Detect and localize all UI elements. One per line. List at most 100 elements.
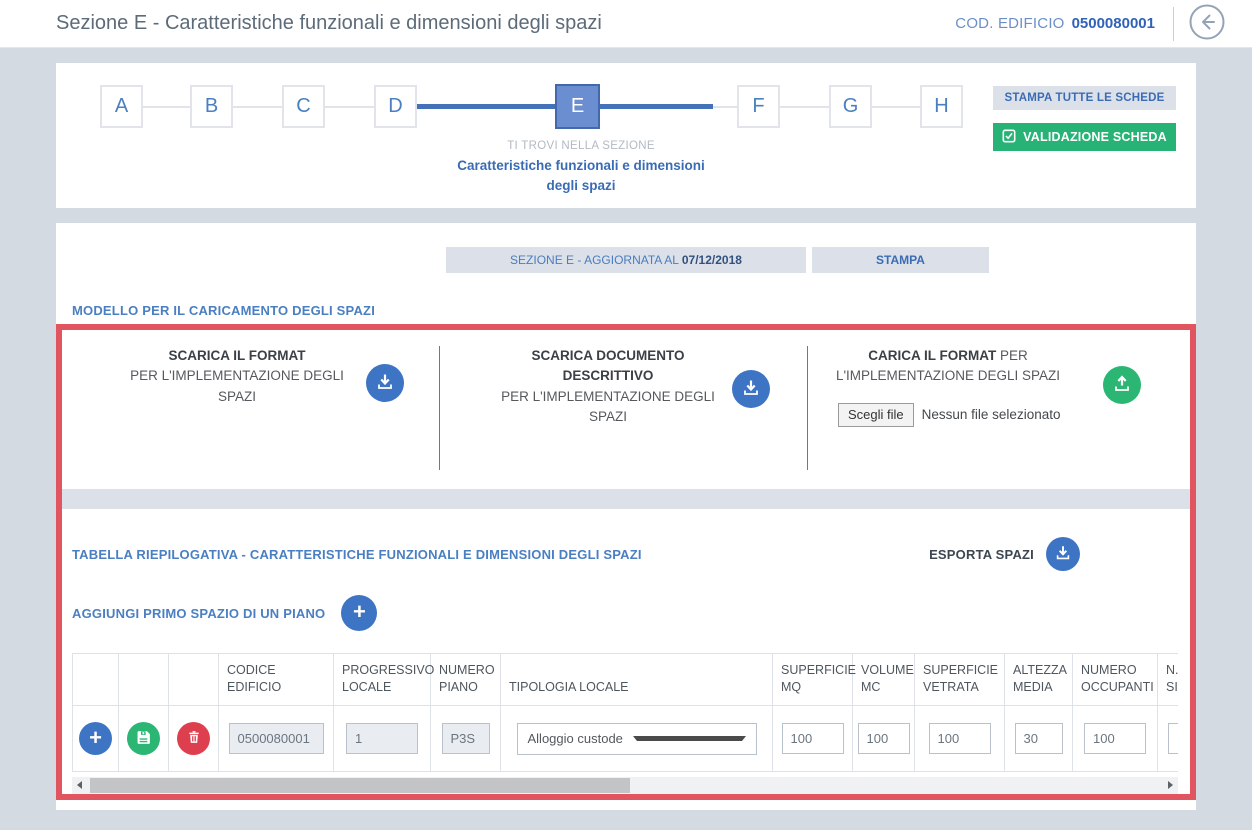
download-icon [741, 378, 761, 401]
table-row: + [73, 706, 1179, 772]
plus-icon: + [89, 727, 102, 751]
upload-format-text: CARICA IL FORMAT PER L'IMPLEMENTAZIONE D… [828, 346, 1068, 387]
divider [1173, 7, 1174, 41]
download-icon [375, 372, 395, 395]
save-floppy-icon [135, 729, 152, 749]
horizontal-scrollbar[interactable] [72, 777, 1178, 794]
step-g[interactable]: G [829, 85, 872, 128]
trash-icon [186, 729, 202, 748]
current-section-name: Caratteristiche funzionali e dimensioni … [450, 156, 712, 195]
codice-edificio-input[interactable] [229, 723, 324, 754]
progressivo-locale-input[interactable] [346, 723, 418, 754]
panel-subtitle: PER L'IMPLEMENTAZIONE DEGLI SPAZI [501, 389, 715, 424]
plus-icon: + [353, 601, 366, 625]
step-f[interactable]: F [737, 85, 780, 128]
section-updated-label: SEZIONE E - AGGIORNATA AL [510, 253, 682, 267]
table-header-row: CODICE EDIFICIO PROGRESSIVO LOCALE NUMER… [73, 654, 1179, 706]
section-bar: SEZIONE E - AGGIORNATA AL 07/12/2018 STA… [56, 223, 1196, 273]
col-superficie-vetrata: SUPERFICIE VETRATA [915, 654, 1005, 706]
step-connector [325, 106, 374, 108]
model-heading: MODELLO PER IL CARICAMENTO DEGLI SPAZI [72, 303, 1180, 318]
export-spaces-label: ESPORTA SPAZI [929, 547, 1034, 562]
chevron-down-icon [633, 736, 746, 741]
volume-mc-input[interactable] [858, 723, 910, 754]
choose-file-button[interactable]: Scegli file [838, 403, 914, 427]
altezza-media-input[interactable] [1015, 723, 1063, 754]
export-spaces: ESPORTA SPAZI [929, 537, 1180, 571]
step-h[interactable]: H [920, 85, 963, 128]
upload-icon [1112, 374, 1132, 397]
col-numero-occupanti: NUMERO OCCUPANTI [1073, 654, 1158, 706]
col-tipologia-locale: TIPOLOGIA LOCALE [501, 654, 773, 706]
back-button[interactable] [1188, 5, 1226, 43]
upload-format-button[interactable] [1103, 366, 1141, 404]
numero-piano-input[interactable] [442, 723, 490, 754]
print-button[interactable]: STAMPA [812, 247, 989, 273]
print-all-sheets-button[interactable]: STAMPA TUTTE LE SCHEDE [993, 86, 1176, 110]
scroll-right-arrow-icon[interactable] [1168, 781, 1173, 789]
model-panels: SCARICA IL FORMAT PER L'IMPLEMENTAZIONE … [62, 330, 1190, 470]
step-e-active[interactable]: E [555, 84, 600, 129]
file-status-text: Nessun file selezionato [922, 407, 1061, 422]
col-actions-3 [169, 654, 219, 706]
spaces-table-viewport: CODICE EDIFICIO PROGRESSIVO LOCALE NUMER… [72, 653, 1178, 772]
col-volume-mc: VOLUME MC [853, 654, 915, 706]
save-row-button[interactable] [127, 722, 160, 755]
step-a[interactable]: A [100, 85, 143, 128]
superficie-mq-input[interactable] [782, 723, 844, 754]
stepper-card: A B C D E F G H TI TROVI NELLA SEZIONE C… [56, 63, 1196, 208]
file-input-row: Scegli file Nessun file selezionato [838, 403, 1190, 427]
step-connector [233, 106, 282, 108]
add-first-space-button[interactable]: + [341, 595, 377, 631]
current-section-caption: TI TROVI NELLA SEZIONE Caratteristiche f… [450, 140, 712, 195]
panel-title: CARICA IL FORMAT [868, 348, 996, 363]
step-connector [780, 106, 829, 108]
validate-button-label: VALIDAZIONE SCHEDA [1023, 130, 1167, 144]
building-code-label: COD. EDIFICIO [955, 15, 1064, 32]
superficie-vetrata-input[interactable] [929, 723, 991, 754]
add-space-row-button[interactable]: + [79, 722, 112, 755]
section-updated-date: 07/12/2018 [682, 253, 742, 267]
panel-title: SCARICA IL FORMAT [117, 346, 357, 366]
scroll-left-arrow-icon[interactable] [77, 781, 82, 789]
step-connector-active [417, 104, 555, 109]
back-arrow-icon [1188, 3, 1226, 44]
col-codice-edificio: CODICE EDIFICIO [219, 654, 334, 706]
col-altezza-media: ALTEZZA MEDIA [1005, 654, 1073, 706]
download-format-panel: SCARICA IL FORMAT PER L'IMPLEMENTAZIONE … [62, 346, 440, 470]
tipologia-locale-select[interactable]: Alloggio custode [517, 723, 757, 755]
truncated-input[interactable] [1168, 723, 1178, 754]
tipologia-locale-value: Alloggio custode [528, 731, 633, 746]
upload-format-panel: CARICA IL FORMAT PER L'IMPLEMENTAZIONE D… [808, 346, 1190, 470]
section-e-card: SEZIONE E - AGGIORNATA AL 07/12/2018 STA… [56, 223, 1196, 810]
add-first-space-label: AGGIUNGI PRIMO SPAZIO DI UN PIANO [72, 606, 325, 621]
topbar: Sezione E - Caratteristiche funzionali e… [0, 0, 1252, 48]
step-d[interactable]: D [374, 85, 417, 128]
section-updated-button[interactable]: SEZIONE E - AGGIORNATA AL 07/12/2018 [446, 247, 806, 273]
download-icon [1054, 544, 1072, 565]
panel-title: SCARICA DOCUMENTO DESCRITTIVO [488, 346, 728, 387]
col-truncated: N. SI [1158, 654, 1179, 706]
col-superficie-mq: SUPERFICIE MQ [773, 654, 853, 706]
download-descriptive-doc-text: SCARICA DOCUMENTO DESCRITTIVO PER L'IMPL… [488, 346, 728, 427]
col-actions-1 [73, 654, 119, 706]
delete-row-button[interactable] [177, 722, 210, 755]
scrollbar-thumb[interactable] [90, 778, 630, 793]
col-actions-2 [119, 654, 169, 706]
validate-sheet-button[interactable]: VALIDAZIONE SCHEDA [993, 123, 1176, 151]
stepper-actions: STAMPA TUTTE LE SCHEDE VALIDAZIONE SCHED… [993, 86, 1176, 151]
download-descriptive-doc-button[interactable] [732, 370, 770, 408]
summary-heading: TABELLA RIEPILOGATIVA - CARATTERISTICHE … [72, 547, 929, 562]
download-format-button[interactable] [366, 364, 404, 402]
you-are-here-label: TI TROVI NELLA SEZIONE [450, 140, 712, 152]
numero-occupanti-input[interactable] [1084, 723, 1146, 754]
page-title: Sezione E - Caratteristiche funzionali e… [56, 12, 955, 35]
step-c[interactable]: C [282, 85, 325, 128]
step-connector-active [600, 104, 713, 109]
step-b[interactable]: B [190, 85, 233, 128]
step-connector [872, 106, 920, 108]
export-spaces-button[interactable] [1046, 537, 1080, 571]
step-connector [143, 106, 190, 108]
summary-table-section: TABELLA RIEPILOGATIVA - CARATTERISTICHE … [62, 537, 1190, 794]
download-format-text: SCARICA IL FORMAT PER L'IMPLEMENTAZIONE … [117, 346, 357, 407]
